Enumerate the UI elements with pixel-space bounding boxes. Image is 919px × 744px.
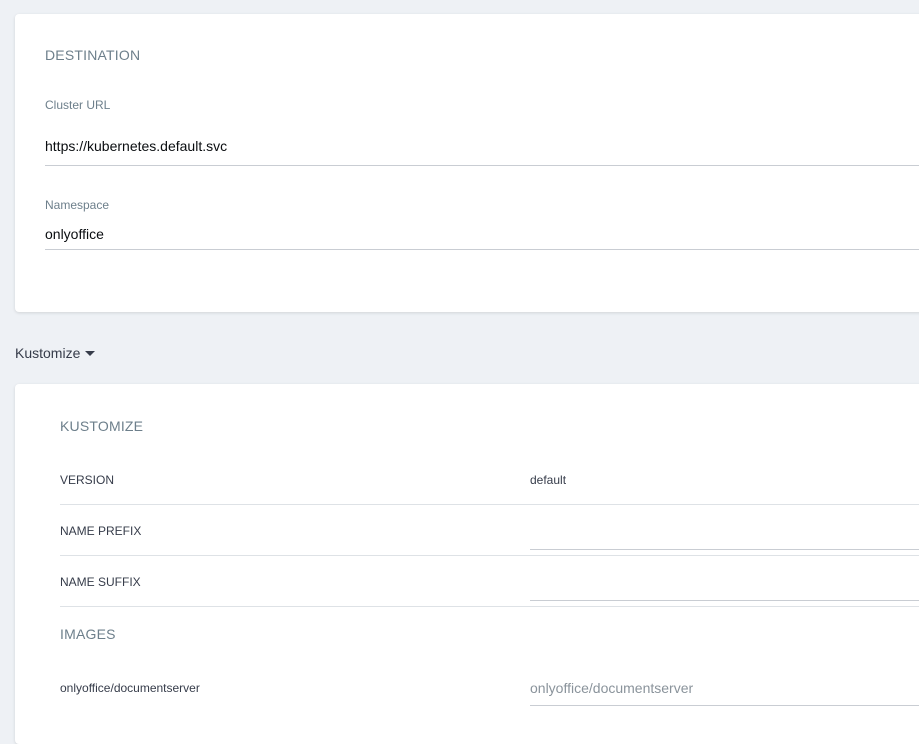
cluster-url-input[interactable] bbox=[45, 127, 919, 166]
destination-section-title: DESTINATION bbox=[45, 47, 141, 63]
name-suffix-label: NAME SUFFIX bbox=[60, 575, 141, 589]
row-divider bbox=[60, 606, 919, 607]
image-name-label: onlyoffice/documentserver bbox=[60, 681, 200, 695]
destination-card: DESTINATION Cluster URL Namespace bbox=[15, 14, 919, 312]
images-section-title: IMAGES bbox=[60, 626, 116, 642]
source-type-dropdown[interactable]: Kustomize bbox=[15, 345, 96, 361]
namespace-input[interactable] bbox=[45, 218, 919, 250]
name-suffix-input[interactable] bbox=[530, 571, 919, 601]
row-divider bbox=[60, 555, 919, 556]
source-type-dropdown-label: Kustomize bbox=[15, 345, 81, 361]
kustomize-card: KUSTOMIZE VERSION default NAME PREFIX NA… bbox=[15, 384, 919, 744]
cluster-url-label: Cluster URL bbox=[45, 98, 111, 112]
kustomize-section-title: KUSTOMIZE bbox=[60, 418, 144, 434]
row-divider bbox=[60, 504, 919, 505]
image-override-input[interactable] bbox=[530, 671, 919, 706]
version-label: VERSION bbox=[60, 473, 115, 487]
namespace-label: Namespace bbox=[45, 198, 110, 212]
caret-down-icon bbox=[85, 351, 96, 356]
name-prefix-label: NAME PREFIX bbox=[60, 524, 142, 538]
version-value[interactable]: default bbox=[530, 473, 566, 487]
name-prefix-input[interactable] bbox=[530, 520, 919, 550]
